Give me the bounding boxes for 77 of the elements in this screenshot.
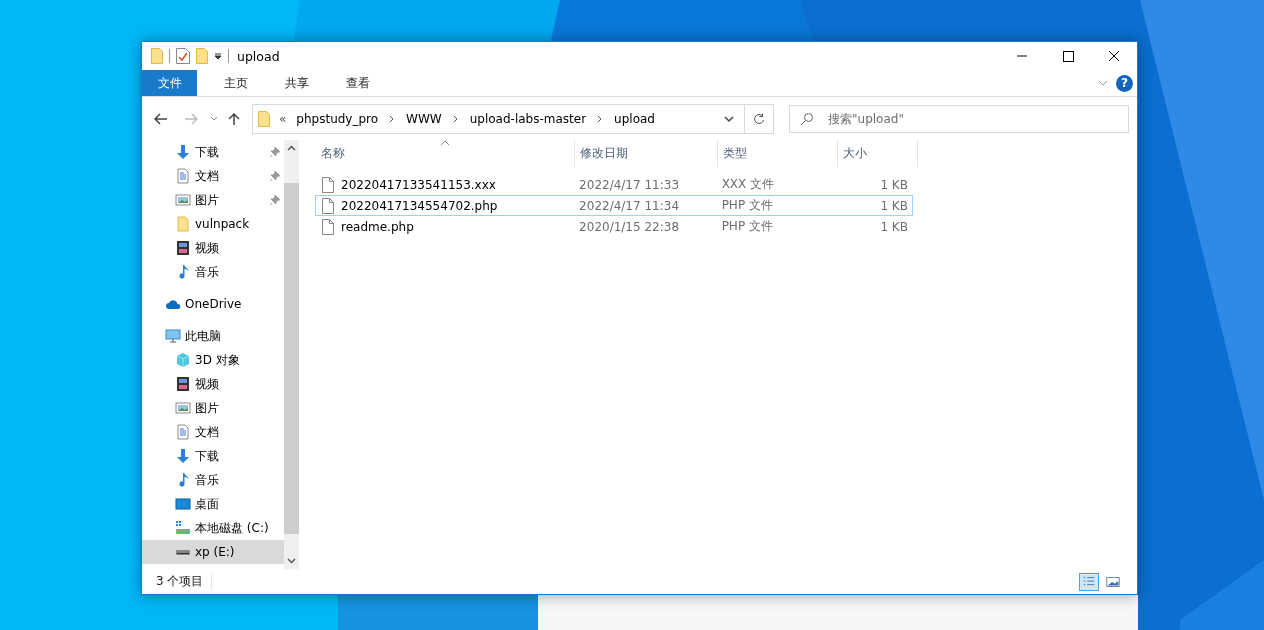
nav-item[interactable]: 图片 [142,188,284,212]
table-cell-text: 1 KB [879,197,909,215]
file-icon [322,197,334,214]
scrollbar[interactable] [284,140,299,569]
table-cell-text: 1 KB [879,176,909,194]
monitor-icon [165,328,181,344]
nav-item[interactable]: 本地磁盘 (C:) [142,516,284,540]
column-header[interactable]: 大小 [838,140,918,167]
nav-item[interactable]: OneDrive [142,292,284,316]
chevron-icon [451,115,460,123]
table-cell-text: XXX 文件 [720,176,776,193]
screen-icon [175,496,191,512]
down-arrow-icon [175,144,191,160]
details-view-icon[interactable] [1079,572,1099,591]
down-arrow-icon [175,448,191,464]
file-row[interactable]: readme.php 2020/1/15 22:38 PHP 文件 1 KB [315,216,913,237]
nav-item[interactable]: 桌面 [142,492,284,516]
breadcrumb[interactable]: phpstudy_pro [295,112,380,126]
breadcrumb[interactable]: upload [613,112,656,126]
table-cell-text: 2020/1/15 22:38 [578,218,681,236]
table-cell-text: PHP 文件 [720,218,774,235]
back-arrow-icon[interactable] [154,113,168,125]
column-header[interactable]: 名称 [316,140,575,167]
file-icon [322,176,334,193]
table-cell-text: 2022/4/17 11:34 [578,197,681,215]
nav-item[interactable]: 音乐 [142,260,284,284]
column-header[interactable]: 修改日期 [575,140,718,167]
ribbon-tab[interactable]: 查看 [330,70,386,96]
checklist-icon[interactable] [176,48,190,64]
nav-item[interactable]: 此电脑 [142,324,284,348]
nav-item[interactable]: 视频 [142,236,284,260]
file-row[interactable]: 20220417133541153.xxx 2022/4/17 11:33 XXX 文件 1 KB [315,174,913,195]
file-name: readme.php [341,219,414,234]
nav-item[interactable]: 下载 [142,444,284,468]
folder-icon [258,111,270,127]
document-icon [175,424,191,440]
chevron-down-icon[interactable] [724,115,734,123]
search-field[interactable]: 搜索"upload" [789,105,1129,133]
image-icon [175,400,191,416]
ribbon-tab[interactable]: 文件 [142,70,197,96]
ribbon-tab[interactable]: 主页 [208,70,264,96]
film-icon [175,376,191,392]
breadcrumb[interactable]: WWW [405,112,443,126]
help-button[interactable]: ? [1116,74,1133,92]
dropdown-icon[interactable] [214,52,222,60]
nav-item[interactable]: 3D 对象 [142,348,284,372]
folder-icon [175,216,191,232]
nav-item[interactable]: 文档 [142,164,284,188]
table-cell-text: PHP 文件 [720,197,774,214]
drive-icon [175,520,191,536]
breadcrumb[interactable]: upload-labs-master [468,112,588,126]
address-bar[interactable]: « phpstudy_pro WWW upload-labs-master upload [252,104,774,134]
file-name: 20220417133541153.xxx [341,177,496,192]
nav-item[interactable]: vulnpack [142,212,284,236]
table-cell-text: 1 KB [879,218,909,236]
nav-item[interactable]: 音乐 [142,468,284,492]
window-title: upload [237,48,280,64]
nav-item[interactable]: 下载 [142,140,284,164]
column-header[interactable]: 类型 [718,140,838,167]
film-icon [175,240,191,256]
image-icon [175,192,191,208]
nav-item[interactable]: xp (E:) [142,540,284,564]
nav-item[interactable]: 文档 [142,420,284,444]
overflow-button[interactable]: « [279,112,287,126]
file-row[interactable]: 20220417134554702.php 2022/4/17 11:34 PHP 文件 1 KB [315,195,913,216]
up-arrow-icon[interactable] [228,112,240,126]
item-count: 3 个项目 [156,573,213,590]
file-name: 20220417134554702.php [341,198,498,213]
file-icon [322,218,334,235]
document-icon [175,168,191,184]
nav-item[interactable]: 图片 [142,396,284,420]
cube-icon [175,352,191,368]
drive-icon [176,549,190,555]
ribbon-tab[interactable]: 共享 [269,70,325,96]
nav-item[interactable]: 视频 [142,372,284,396]
table-cell-text: 2022/4/17 11:33 [578,176,681,194]
refresh-icon[interactable] [753,113,765,125]
